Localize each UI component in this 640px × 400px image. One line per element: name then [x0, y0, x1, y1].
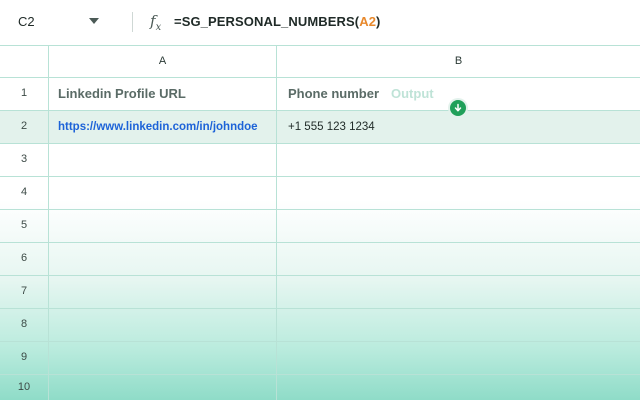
cell-a2-link[interactable]: https://www.linkedin.com/in/johndoe [58, 121, 258, 133]
cell-a1[interactable]: Linkedin Profile URL [58, 86, 186, 101]
row-header-8[interactable]: 8 [0, 308, 48, 341]
formula-bar-divider [132, 12, 133, 32]
cell-b2[interactable]: +1 555 123 1234 [288, 121, 375, 133]
spreadsheet-grid: A B 1 2 3 4 5 6 7 8 9 10 Linkedin Profil… [0, 45, 640, 400]
formula-bar: C2 fx =SG_PERSONAL_NUMBERS(A2) [0, 0, 640, 45]
row-header-6[interactable]: 6 [0, 242, 48, 275]
grid-line [276, 45, 277, 400]
cell-b1[interactable]: Phone number [288, 86, 379, 101]
grid-line [0, 275, 640, 276]
grid-line [0, 308, 640, 309]
grid-line [0, 77, 640, 78]
grid-line [0, 143, 640, 144]
row-header-3[interactable]: 3 [0, 143, 48, 176]
grid-line [0, 209, 640, 210]
row-header-4[interactable]: 4 [0, 176, 48, 209]
row-header-7[interactable]: 7 [0, 275, 48, 308]
formula-suffix: ) [376, 14, 381, 29]
grid-line [48, 45, 49, 400]
row-header-2[interactable]: 2 [0, 110, 48, 143]
name-box[interactable]: C2 [18, 14, 35, 29]
column-header-b[interactable]: B [277, 45, 640, 77]
grid-line [0, 242, 640, 243]
formula-cell-reference: A2 [359, 14, 377, 29]
grid-line [0, 341, 640, 342]
row-header-5[interactable]: 5 [0, 209, 48, 242]
row-header-9[interactable]: 9 [0, 341, 48, 374]
row-header-10[interactable]: 10 [0, 374, 48, 400]
function-icon: fx [150, 12, 161, 33]
chevron-down-icon[interactable] [89, 18, 99, 24]
grid-line [0, 110, 640, 111]
fx-sub: x [155, 22, 162, 33]
row-header-1[interactable]: 1 [0, 77, 48, 110]
output-hint: Output [391, 86, 434, 101]
column-header-a[interactable]: A [49, 45, 276, 77]
formula-input[interactable]: =SG_PERSONAL_NUMBERS(A2) [174, 14, 380, 29]
grid-line [0, 176, 640, 177]
grid-line [0, 374, 640, 375]
formula-prefix: =SG_PERSONAL_NUMBERS( [174, 14, 360, 29]
download-icon[interactable] [450, 100, 466, 116]
